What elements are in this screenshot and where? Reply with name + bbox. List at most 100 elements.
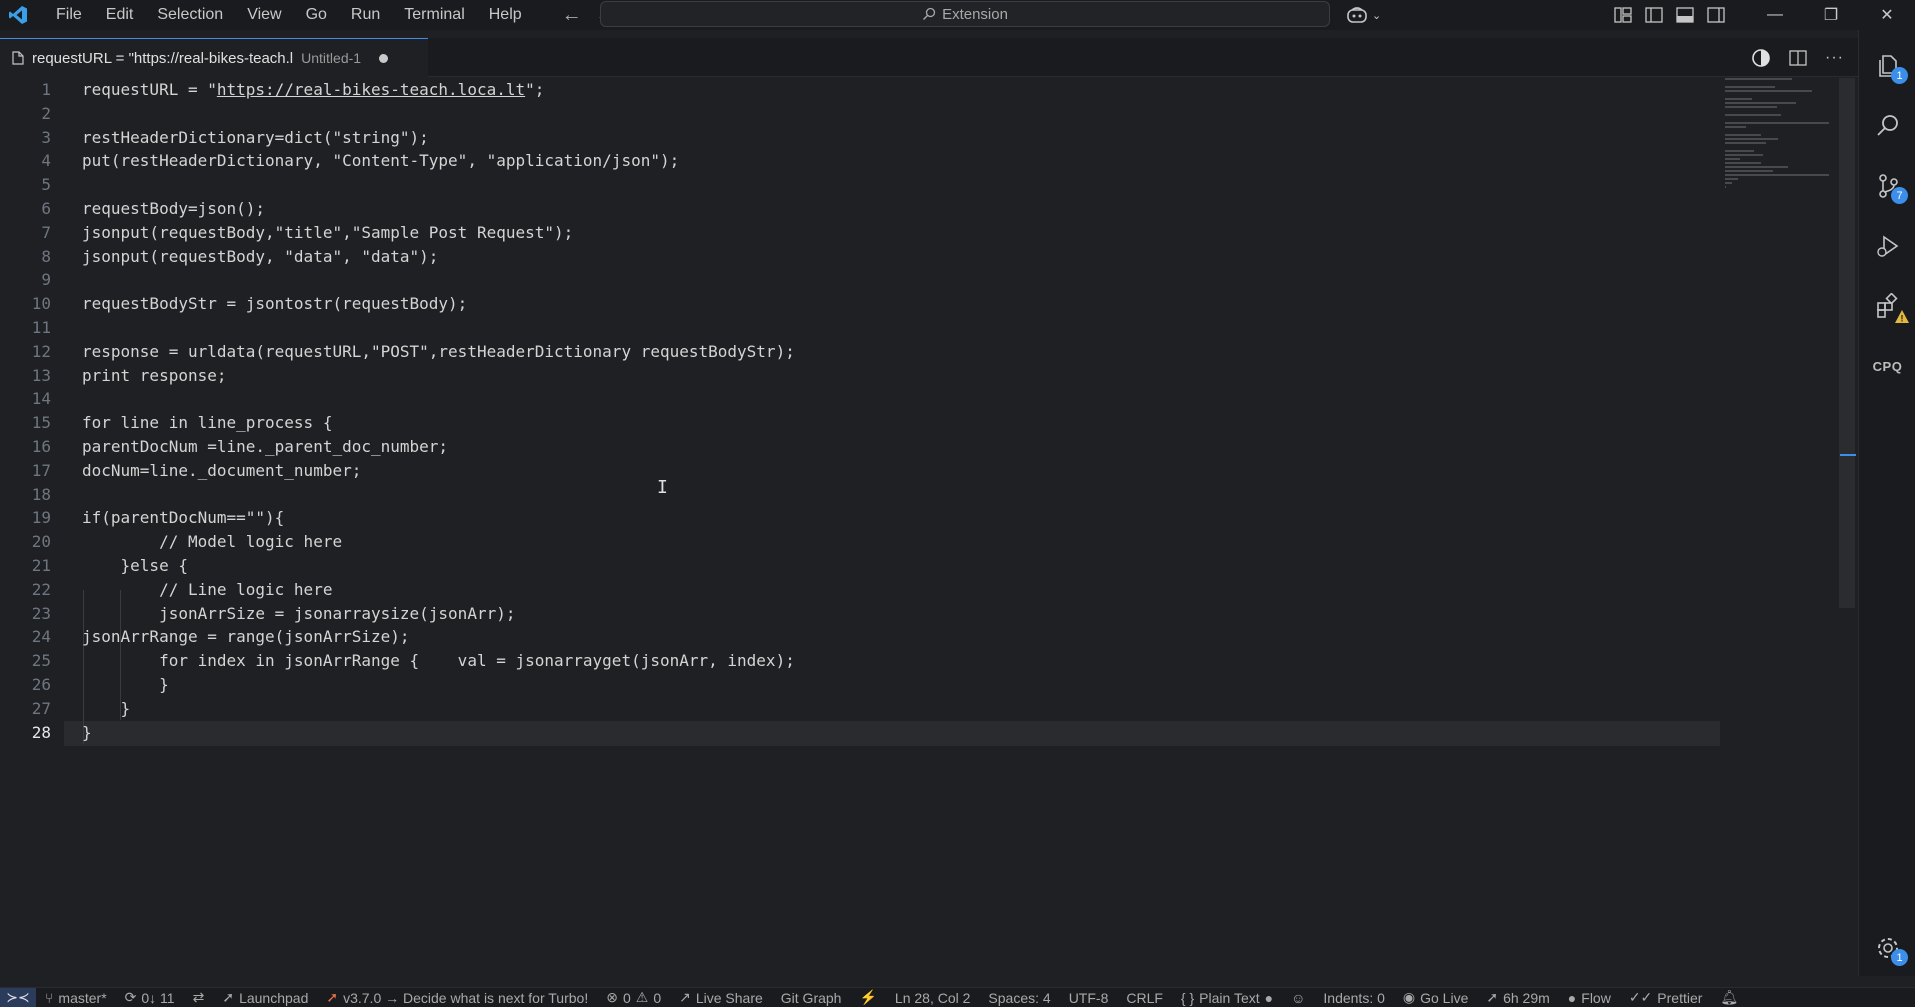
- source-control-button[interactable]: 7: [1859, 160, 1915, 212]
- line-number: 25: [31, 651, 51, 671]
- search-button[interactable]: [1859, 100, 1915, 152]
- git-compare-status[interactable]: ⇄: [184, 988, 214, 1007]
- title-bar: File Edit Selection View Go Run Terminal…: [0, 0, 1915, 30]
- notifications-status[interactable]: 🔔︎: [1711, 988, 1747, 1007]
- turbo-status[interactable]: ➚ v3.7.0 → Decide what is next for Turbo…: [317, 988, 597, 1007]
- command-center-search[interactable]: Extension: [600, 1, 1330, 27]
- code-line[interactable]: }else {: [82, 554, 1722, 578]
- code-line[interactable]: for index in jsonArrRange { val = jsonar…: [82, 649, 1722, 673]
- cursor-position-status[interactable]: Ln 28, Col 2: [886, 988, 980, 1007]
- menu-go[interactable]: Go: [294, 0, 339, 30]
- copilot-menu[interactable]: ⌄: [1346, 3, 1381, 27]
- indentation-status[interactable]: Spaces: 4: [979, 988, 1059, 1007]
- code-line[interactable]: requestURL = "https://real-bikes-teach.l…: [82, 78, 1722, 102]
- toggle-panel-icon[interactable]: [1676, 7, 1694, 23]
- code-line[interactable]: }: [82, 721, 1722, 745]
- git-graph-status[interactable]: Git Graph: [772, 988, 851, 1007]
- timer-status[interactable]: ➚ 6h 29m: [1477, 988, 1558, 1007]
- code-content[interactable]: requestURL = "https://real-bikes-teach.l…: [82, 78, 1722, 744]
- close-icon[interactable]: ✕: [1859, 0, 1915, 30]
- code-line[interactable]: }: [82, 697, 1722, 721]
- code-line[interactable]: jsonArrSize = jsonarraysize(jsonArr);: [82, 602, 1722, 626]
- copilot-status[interactable]: ☺: [1282, 988, 1314, 1007]
- code-line[interactable]: }: [82, 673, 1722, 697]
- line-number: 14: [31, 389, 51, 409]
- editor-tab-untitled-1[interactable]: requestURL = "https://real-bikes-teach.l…: [0, 38, 428, 77]
- code-line[interactable]: docNum=line._document_number;: [82, 459, 1722, 483]
- encoding-status[interactable]: UTF-8: [1060, 988, 1118, 1007]
- more-actions-icon[interactable]: ···: [1825, 49, 1844, 67]
- minimap[interactable]: [1725, 78, 1843, 188]
- problems-status[interactable]: ⊗ 0 ⚠ 0: [597, 988, 670, 1007]
- launchpad-status[interactable]: ➚ Launchpad: [213, 988, 317, 1007]
- line-number: 3: [41, 127, 51, 147]
- code-line[interactable]: print response;: [82, 364, 1722, 388]
- prettier-status[interactable]: ✓✓ Prettier: [1620, 988, 1712, 1007]
- live-share-status[interactable]: ↗ Live Share: [670, 988, 772, 1007]
- split-editor-icon[interactable]: [1789, 49, 1807, 66]
- language-mode-status[interactable]: { } Plain Text ●: [1172, 988, 1282, 1007]
- chevron-down-icon: ⌄: [1372, 9, 1382, 22]
- code-line[interactable]: for line in line_process {: [82, 411, 1722, 435]
- line-number: 26: [31, 674, 51, 694]
- manage-settings-button[interactable]: 1: [1859, 922, 1915, 974]
- menu-selection[interactable]: Selection: [145, 0, 235, 30]
- code-line[interactable]: [82, 316, 1722, 340]
- sync-status[interactable]: ⟳ 0↓ 11: [116, 988, 184, 1007]
- back-arrow-icon[interactable]: ←: [562, 4, 582, 27]
- minimize-icon[interactable]: —: [1747, 0, 1803, 30]
- extensions-button[interactable]: !: [1859, 280, 1915, 332]
- code-line[interactable]: jsonput(requestBody,"title","Sample Post…: [82, 221, 1722, 245]
- customize-layout-icon[interactable]: [1614, 7, 1632, 23]
- run-debug-button[interactable]: [1859, 220, 1915, 272]
- eol-status[interactable]: CRLF: [1117, 988, 1172, 1007]
- line-number: 22: [31, 579, 51, 599]
- cpq-button[interactable]: CPQ: [1859, 340, 1915, 392]
- minimap-line: [1725, 154, 1763, 156]
- branch-status[interactable]: ⑂ master*: [36, 988, 116, 1007]
- toggle-secondary-sidebar-icon[interactable]: [1707, 7, 1725, 23]
- flow-status[interactable]: ● Flow: [1559, 988, 1620, 1007]
- code-line[interactable]: [82, 102, 1722, 126]
- indents-status[interactable]: Indents: 0: [1314, 988, 1394, 1007]
- timer-rocket-icon: ➚: [1486, 989, 1499, 1005]
- code-line[interactable]: requestBody=json();: [82, 197, 1722, 221]
- code-line[interactable]: [82, 387, 1722, 411]
- code-line[interactable]: [82, 173, 1722, 197]
- code-line[interactable]: jsonArrRange = range(jsonArrSize);: [82, 625, 1722, 649]
- code-line[interactable]: jsonput(requestBody, "data", "data");: [82, 245, 1722, 269]
- color-theme-toggle-icon[interactable]: [1751, 48, 1771, 68]
- code-line[interactable]: requestBodyStr = jsontostr(requestBody);: [82, 292, 1722, 316]
- copilot-status-icon: ☺: [1291, 989, 1306, 1006]
- url-link[interactable]: https://real-bikes-teach.loca.lt: [217, 80, 525, 99]
- warning-count: 0: [653, 989, 662, 1006]
- minimap-line: [1725, 150, 1755, 152]
- toggle-primary-sidebar-icon[interactable]: [1645, 7, 1663, 23]
- restore-icon[interactable]: ❐: [1803, 0, 1859, 30]
- remote-indicator-icon[interactable]: ≻≺: [0, 987, 36, 1007]
- code-editor[interactable]: 1 2 3 4 5 6 7 8 9 10 11 12 13 14 15 16 17 18 19 20 21 22 23 24 2…: [0, 78, 1858, 976]
- menu-file[interactable]: File: [44, 0, 94, 30]
- menu-run[interactable]: Run: [339, 0, 392, 30]
- lightning-status[interactable]: ⚡: [850, 988, 885, 1007]
- vertical-scrollbar[interactable]: [1839, 78, 1855, 608]
- go-live-status[interactable]: ◉ Go Live: [1394, 988, 1477, 1007]
- menu-view[interactable]: View: [235, 0, 293, 30]
- code-line[interactable]: parentDocNum =line._parent_doc_number;: [82, 435, 1722, 459]
- code-line[interactable]: // Model logic here: [82, 530, 1722, 554]
- code-line[interactable]: response = urldata(requestURL,"POST",res…: [82, 340, 1722, 364]
- line-number: 4: [41, 151, 51, 171]
- menu-terminal[interactable]: Terminal: [392, 0, 476, 30]
- line-number: 11: [31, 317, 51, 337]
- unsaved-dot-icon[interactable]: [379, 53, 389, 63]
- code-line[interactable]: if(parentDocNum==""){: [82, 506, 1722, 530]
- explorer-button[interactable]: 1: [1859, 40, 1915, 92]
- code-line[interactable]: put(restHeaderDictionary, "Content-Type"…: [82, 149, 1722, 173]
- code-line[interactable]: restHeaderDictionary=dict("string");: [82, 126, 1722, 150]
- minimap-line: [1725, 186, 1727, 188]
- menu-help[interactable]: Help: [477, 0, 534, 30]
- menu-edit[interactable]: Edit: [94, 0, 146, 30]
- code-line[interactable]: [82, 483, 1722, 507]
- code-line[interactable]: [82, 268, 1722, 292]
- code-line[interactable]: // Line logic here: [82, 578, 1722, 602]
